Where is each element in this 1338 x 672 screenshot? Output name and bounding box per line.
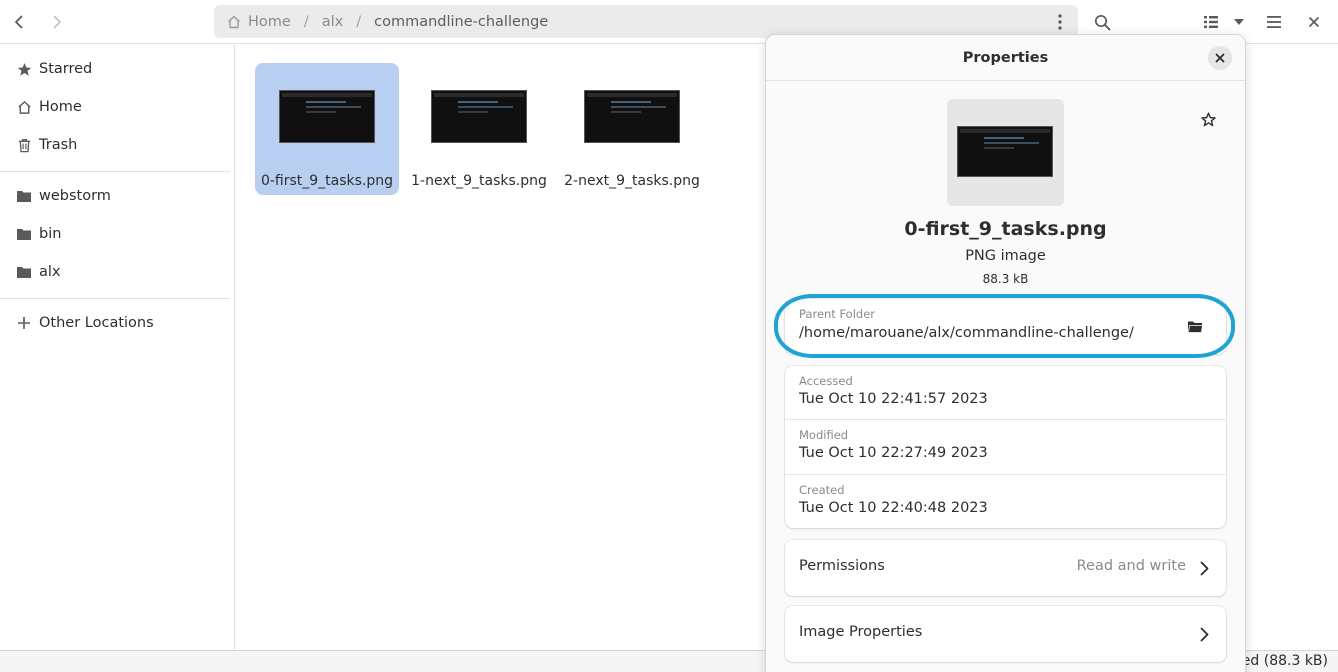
trash-icon <box>16 137 32 153</box>
accessed-row: Accessed Tue Oct 10 22:41:57 2023 <box>785 366 1226 420</box>
properties-dialog: Properties 0-first_9_tasks.png PNG image… <box>765 34 1246 672</box>
sidebar-item-trash[interactable]: Trash <box>0 127 235 163</box>
sidebar-item-label: Home <box>39 99 82 115</box>
sidebar-item-alx[interactable]: alx <box>0 254 235 290</box>
file-item[interactable]: 1-next_9_tasks.png <box>407 63 551 195</box>
image-properties-label: Image Properties <box>799 624 923 640</box>
file-name: 2-next_9_tasks.png <box>564 173 700 189</box>
file-preview-image <box>957 126 1053 177</box>
folder-icon <box>16 264 32 280</box>
breadcrumb-current[interactable]: commandline-challenge <box>374 14 548 30</box>
permissions-label: Permissions <box>799 558 885 574</box>
breadcrumb-alx[interactable]: alx <box>322 14 344 30</box>
sidebar-item-label: Other Locations <box>39 315 154 331</box>
file-name-heading: 0-first_9_tasks.png <box>904 218 1107 240</box>
breadcrumb-separator: / <box>356 13 362 30</box>
sidebar-item-label: Starred <box>39 61 93 77</box>
file-thumbnail <box>431 90 527 143</box>
file-name: 1-next_9_tasks.png <box>411 173 547 189</box>
sidebar-divider <box>0 298 230 299</box>
search-button[interactable] <box>1088 8 1116 36</box>
main-menu-button[interactable] <box>1260 8 1288 36</box>
hamburger-menu-icon <box>1267 16 1281 28</box>
modified-caption: Modified <box>799 428 849 442</box>
file-thumbnail <box>584 90 680 143</box>
forward-button[interactable] <box>43 8 71 36</box>
file-times-card: Accessed Tue Oct 10 22:41:57 2023 Modifi… <box>785 366 1226 528</box>
preview-frame <box>947 99 1064 206</box>
file-size: 88.3 kB <box>982 272 1029 286</box>
view-more-icon <box>1058 14 1062 30</box>
file-item[interactable]: 2-next_9_tasks.png <box>560 63 704 195</box>
sidebar-item-home[interactable]: Home <box>0 89 235 125</box>
created-value: Tue Oct 10 22:40:48 2023 <box>799 500 988 516</box>
close-icon <box>1215 53 1225 63</box>
created-caption: Created <box>799 483 845 497</box>
sidebar-item-label: Trash <box>39 137 78 153</box>
view-toggle-button[interactable] <box>1197 8 1225 36</box>
sidebar-item-label: bin <box>39 226 62 242</box>
breadcrumb-home-label: Home <box>248 13 291 30</box>
go-previous-icon <box>15 15 23 29</box>
breadcrumb-home[interactable]: Home <box>226 14 291 30</box>
list-view-icon <box>1204 16 1218 28</box>
accessed-caption: Accessed <box>799 374 853 388</box>
path-menu-button[interactable] <box>1052 12 1068 32</box>
dialog-close-button[interactable] <box>1208 46 1232 70</box>
window-close-button[interactable] <box>1300 8 1328 36</box>
close-icon <box>1309 17 1319 27</box>
breadcrumb-separator: / <box>303 13 309 30</box>
file-item[interactable]: 0-first_9_tasks.png <box>255 63 399 195</box>
highlight-ring <box>774 294 1235 358</box>
chevron-right-icon <box>1196 558 1212 578</box>
sidebar-item-label: alx <box>39 264 61 280</box>
permissions-value: Read and write <box>1076 558 1186 574</box>
file-name: 0-first_9_tasks.png <box>260 173 394 189</box>
sidebar-divider <box>0 171 230 172</box>
home-icon <box>228 15 240 28</box>
modified-value: Tue Oct 10 22:27:49 2023 <box>799 445 988 461</box>
star-button[interactable] <box>1196 107 1220 131</box>
image-properties-row[interactable]: Image Properties <box>785 606 1226 662</box>
go-next-icon <box>53 15 61 29</box>
file-type: PNG image <box>965 248 1046 264</box>
permissions-row[interactable]: Permissions Read and write <box>785 540 1226 596</box>
accessed-value: Tue Oct 10 22:41:57 2023 <box>799 391 988 407</box>
plus-icon <box>16 315 32 331</box>
star-outline-icon <box>1200 111 1216 126</box>
dialog-title: Properties <box>766 35 1245 81</box>
file-thumbnail <box>279 90 375 143</box>
search-icon <box>1094 14 1110 30</box>
sidebar-item-bin[interactable]: bin <box>0 216 235 252</box>
status-text: ed (88.3 kB) <box>1241 653 1328 669</box>
sidebar: Starred Home Trash webstorm bin alx Othe… <box>0 45 235 672</box>
back-button[interactable] <box>5 8 33 36</box>
home-icon <box>16 99 32 115</box>
folder-icon <box>16 188 32 204</box>
created-row: Created Tue Oct 10 22:40:48 2023 <box>785 475 1226 528</box>
sidebar-item-other-locations[interactable]: Other Locations <box>0 305 235 341</box>
folder-icon <box>16 226 32 242</box>
pan-down-icon <box>1234 19 1244 25</box>
sidebar-item-label: webstorm <box>39 188 111 204</box>
chevron-right-icon <box>1196 624 1212 644</box>
sidebar-item-starred[interactable]: Starred <box>0 51 235 87</box>
star-icon <box>16 61 32 77</box>
sidebar-item-webstorm[interactable]: webstorm <box>0 178 235 214</box>
view-options-dropdown[interactable] <box>1225 8 1253 36</box>
modified-row: Modified Tue Oct 10 22:27:49 2023 <box>785 420 1226 475</box>
